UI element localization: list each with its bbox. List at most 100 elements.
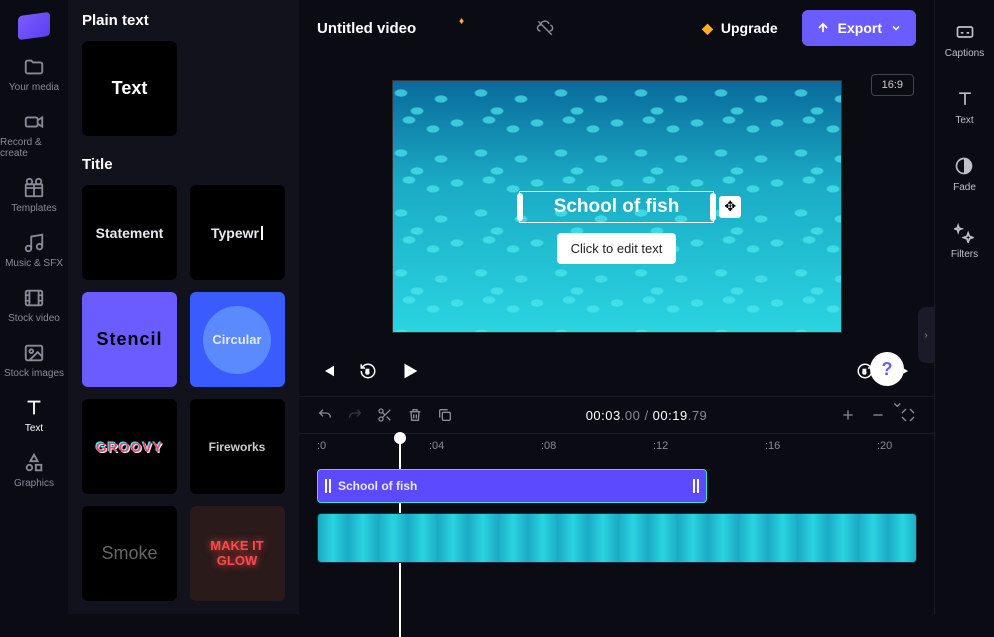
rp-text[interactable]: Text [955,89,975,126]
help-button[interactable]: ? [870,352,904,386]
redo-icon [347,407,363,423]
split-button[interactable] [377,407,393,423]
duplicate-icon [437,407,453,423]
sparkles-icon [954,223,974,243]
film-icon [23,287,45,309]
camera-icon [23,111,45,133]
redo-button[interactable] [347,407,363,423]
undo-icon [317,407,333,423]
preset-smoke[interactable]: Smoke [82,506,177,601]
timeline: 00:03.00 / 00:19.79 :0 :04 :08 :12 :16 :… [299,396,934,614]
text-overlay[interactable]: School of fish ✥ [519,191,715,223]
skip-start-button[interactable] [319,362,337,380]
music-icon [23,232,45,254]
resize-handle-left[interactable] [517,193,523,221]
nav-label: Text [25,423,43,434]
svg-text:5: 5 [366,370,370,376]
nav-graphics[interactable]: Graphics [14,452,54,489]
text-clip[interactable]: School of fish [317,469,707,503]
gift-icon [23,177,45,199]
canvas-area: 16:9 School of fish ✥ Click to edit text… [299,56,934,396]
video-title-input[interactable] [317,20,518,37]
left-nav: Your media Record & create Templates Mus… [0,0,68,614]
section-plain-text: Plain text [82,12,285,29]
nav-label: Templates [11,203,57,214]
nav-templates[interactable]: Templates [11,177,57,214]
folder-icon [23,56,45,78]
video-canvas[interactable]: School of fish ✥ Click to edit text [392,80,842,333]
export-button[interactable]: Export [802,10,916,46]
undo-button[interactable] [317,407,333,423]
preset-typewriter[interactable]: Typewr [190,185,285,280]
captions-icon [955,22,975,42]
timecode: 00:03.00 / 00:19.79 [467,408,826,423]
main-editor: ♦ ◆ Upgrade Export 16:9 School of fish ✥… [299,0,934,614]
rp-filters[interactable]: Filters [951,223,978,260]
playback-controls: 5 5 ? ⌄ [299,346,934,396]
preset-statement[interactable]: Statement [82,185,177,280]
collapse-canvas-button[interactable]: ⌄ [891,392,904,412]
text-presets-panel: Plain text Text Title Statement Typewr S… [68,0,299,614]
nav-label: Stock video [8,313,60,324]
upgrade-button[interactable]: ◆ Upgrade [692,12,788,45]
rp-captions[interactable]: Captions [945,22,984,59]
trash-icon [407,407,423,423]
preset-circular[interactable]: Circular [190,292,285,387]
zoom-out-button[interactable] [870,407,886,423]
topbar: ♦ ◆ Upgrade Export [299,0,934,56]
collapse-right-panel[interactable]: › [918,307,934,363]
svg-text:5: 5 [863,370,867,376]
nav-label: Music & SFX [5,258,63,269]
aspect-ratio-badge[interactable]: 16:9 [871,74,914,96]
copy-button[interactable] [437,407,453,423]
rp-fade[interactable]: Fade [953,156,976,193]
nav-record[interactable]: Record & create [0,111,68,159]
cloud-sync-button[interactable] [532,15,558,41]
app-logo[interactable] [18,12,50,40]
preset-plain-text[interactable]: Text [82,41,177,136]
video-clip[interactable] [317,513,917,563]
nav-music[interactable]: Music & SFX [5,232,63,269]
clip-handle-right[interactable] [690,470,702,502]
rewind-button[interactable]: 5 [359,362,377,380]
preset-groovy[interactable]: GROOVY [82,399,177,494]
timeline-toolbar: 00:03.00 / 00:19.79 [299,397,934,433]
nav-your-media[interactable]: Your media [9,56,59,93]
nav-label: Graphics [14,478,54,489]
cloud-off-icon [536,19,554,37]
move-handle[interactable]: ✥ [719,196,741,218]
play-icon [399,360,421,382]
nav-text[interactable]: Text [23,397,45,434]
gem-icon: ◆ [702,20,713,37]
preset-glow[interactable]: MAKE IT GLOW [190,506,285,601]
clip-label: School of fish [338,479,417,493]
chevron-down-icon [890,22,902,34]
nav-label: Stock images [4,368,64,379]
crown-icon: ♦ [459,16,464,27]
delete-button[interactable] [407,407,423,423]
image-icon [23,342,45,364]
timeline-ruler[interactable]: :0 :04 :08 :12 :16 :20 [299,433,934,457]
nav-stock-images[interactable]: Stock images [4,342,64,379]
preset-stencil[interactable]: Stencil [82,292,177,387]
text-icon [23,397,45,419]
nav-stock-video[interactable]: Stock video [8,287,60,324]
timeline-tracks[interactable]: School of fish [299,457,934,614]
zoom-in-button[interactable] [840,407,856,423]
scissors-icon [377,407,393,423]
nav-label: Record & create [0,137,68,159]
plus-icon [840,407,856,423]
upload-icon [816,21,830,35]
clip-handle-left[interactable] [322,470,334,502]
minus-icon [870,407,886,423]
right-nav: Captions Text Fade Filters [934,0,994,614]
rewind-icon: 5 [359,362,377,380]
shapes-icon [23,452,45,474]
preset-fireworks[interactable]: Fireworks [190,399,285,494]
play-button[interactable] [399,360,834,382]
fade-icon [954,156,974,176]
overlay-caption[interactable]: School of fish [554,196,680,217]
resize-handle-right[interactable] [710,193,716,221]
skip-back-icon [319,362,337,380]
section-title: Title [82,156,285,173]
